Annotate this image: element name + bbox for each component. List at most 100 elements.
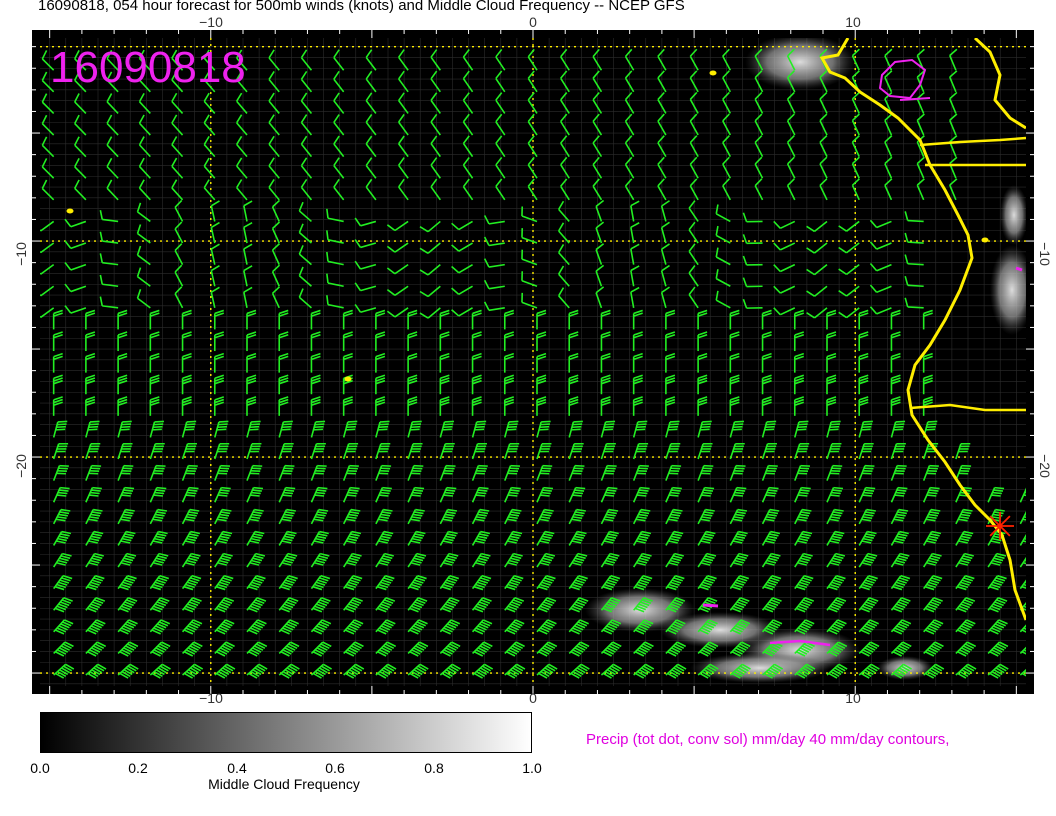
lon-tick-bottom-1: −10 <box>199 690 223 706</box>
barb-feather <box>701 494 711 497</box>
barb-feather <box>992 491 1002 495</box>
barb-staff <box>907 306 924 309</box>
barb-feather <box>56 425 66 429</box>
station-marker <box>986 512 1014 540</box>
barb-feather <box>475 425 485 429</box>
barb-feather <box>87 428 98 431</box>
barb-feather <box>635 428 646 431</box>
barb-feather <box>316 489 327 492</box>
barb-feather <box>413 489 424 492</box>
barb-feather <box>378 425 389 429</box>
barb-feather <box>317 486 328 490</box>
barb-feather <box>187 489 198 492</box>
barb-feather <box>154 491 165 495</box>
barb-feather <box>475 423 486 426</box>
barb-feather <box>703 489 714 492</box>
barb-staff <box>907 219 924 223</box>
barb-feather <box>861 425 872 429</box>
barb-feather <box>326 273 329 284</box>
barb-feather <box>605 420 616 423</box>
island <box>344 376 352 382</box>
barb-feather <box>767 489 778 492</box>
barb-feather <box>540 423 550 426</box>
barb-feather <box>89 423 99 426</box>
island <box>709 70 717 76</box>
barb-feather <box>188 486 199 490</box>
barb-feather <box>735 489 746 492</box>
colorbar <box>40 712 532 753</box>
barb-feather <box>830 494 840 497</box>
barb-feather <box>477 489 488 492</box>
barb-feather <box>796 428 807 431</box>
lon-tick-bottom-3: 10 <box>845 690 861 706</box>
barb-feather <box>250 494 260 497</box>
barb-feather <box>153 425 163 429</box>
barb-feather <box>184 428 195 431</box>
barb-feather <box>443 494 454 497</box>
barb-feather <box>411 423 422 426</box>
barb-feather <box>314 423 325 426</box>
barb-feather <box>897 486 908 490</box>
barb-feather <box>347 491 358 495</box>
barb-feather <box>326 208 329 219</box>
barb-feather <box>572 494 582 497</box>
barb-feather <box>700 425 711 429</box>
barb-feather <box>734 420 744 423</box>
barb-feather <box>603 428 613 431</box>
barb-feather <box>379 423 389 426</box>
barb-feather <box>636 425 646 429</box>
barb-feather <box>768 486 779 490</box>
barb-feather <box>120 428 130 431</box>
barb-feather <box>926 494 937 497</box>
barb-feather <box>443 425 453 429</box>
barb-feather <box>221 486 231 490</box>
barb-feather <box>571 428 581 431</box>
lon-tick-bottom-2: 0 <box>529 690 537 706</box>
barb-feather <box>736 486 747 490</box>
date-stamp: 16090818 <box>50 43 246 92</box>
barb-feather <box>637 420 648 423</box>
barb-feather <box>218 423 228 426</box>
barb-feather <box>862 423 873 426</box>
barb-feather <box>314 494 325 497</box>
barb-feather <box>507 425 518 429</box>
barb-feather <box>994 486 1005 490</box>
barb-feather <box>637 491 648 495</box>
barb-feather <box>798 420 809 423</box>
barb-feather <box>832 489 842 492</box>
barb-feather <box>326 295 329 305</box>
barb-feather <box>124 486 135 490</box>
barb-feather <box>830 423 840 426</box>
barb-feather <box>282 494 292 497</box>
barb-feather <box>91 489 101 492</box>
barb-feather <box>605 491 616 495</box>
barb-feather <box>123 489 134 492</box>
barb-feather <box>251 491 261 495</box>
barb-feather <box>89 494 99 497</box>
barb-feather <box>380 491 390 495</box>
barb-feather <box>152 428 162 431</box>
barb-feather <box>185 494 196 497</box>
barb-feather <box>506 428 517 431</box>
barb-feather <box>669 494 679 497</box>
barb-feather <box>926 425 936 429</box>
barb-feather <box>121 423 132 426</box>
barb-feather <box>637 423 647 426</box>
barb-feather <box>928 489 939 492</box>
barb-feather <box>442 428 452 431</box>
barb-feather <box>766 420 777 423</box>
barb-feather <box>993 489 1004 492</box>
barb-feather <box>313 428 323 431</box>
barb-feather <box>863 420 873 423</box>
colorbar-label: 1.0 <box>522 760 542 776</box>
barb-feather <box>991 494 1001 497</box>
barb-feather <box>667 428 678 431</box>
barb-feather <box>508 491 519 495</box>
barb-feather <box>828 428 839 431</box>
barb-feather <box>797 425 808 429</box>
barb-feather <box>410 425 421 429</box>
cloud-patch <box>1000 185 1026 245</box>
barb-feather <box>382 486 392 490</box>
barb-feather <box>733 423 744 426</box>
barb-feather <box>185 423 196 426</box>
